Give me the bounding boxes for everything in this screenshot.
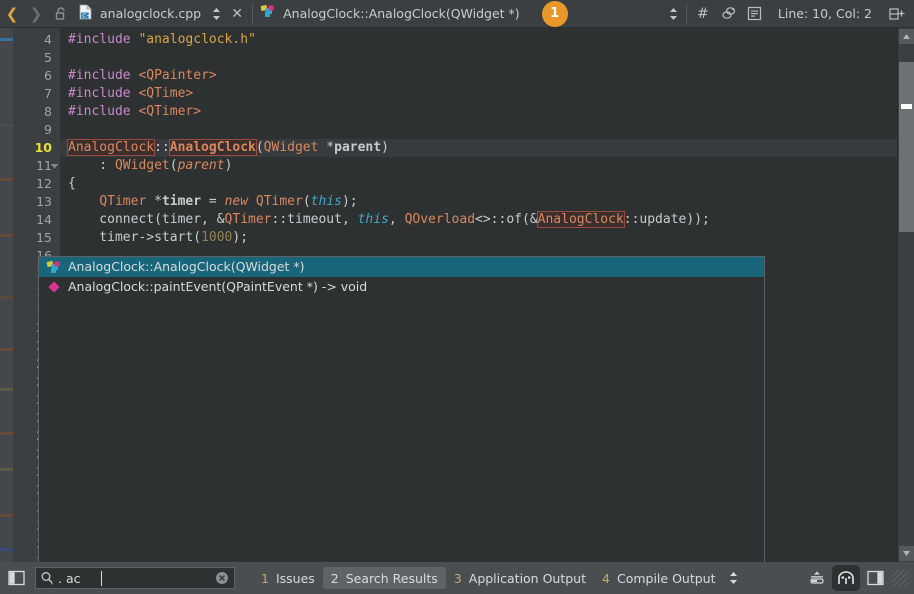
split-editor-icon[interactable] [716, 1, 742, 27]
editor-toolbar: ❮ ❯ C+ analogclock.cpp [0, 0, 914, 28]
scroll-up-button[interactable] [899, 29, 914, 44]
clear-x-icon[interactable] [210, 571, 234, 585]
code-line: #include <QTimer> [68, 103, 201, 121]
locator-results-popup[interactable]: AnalogClock::AnalogClock(QWidget *)Analo… [38, 256, 765, 563]
fold-toggle-icon[interactable] [49, 157, 59, 175]
symbol-selector[interactable]: AnalogClock::AnalogClock(QWidget *) [260, 1, 520, 27]
output-pane-tab[interactable]: 4 Compile Output [594, 567, 723, 589]
code-line: : QWidget(parent) [68, 157, 232, 175]
cpp-class-symbol-icon [260, 4, 276, 23]
scroll-down-button[interactable] [899, 546, 914, 561]
output-pane-tabs: 1 Issues 2 Search Results 3 Application Outpu… [253, 567, 724, 589]
cpp-file-icon: C+ [78, 4, 93, 24]
toolbar-divider [252, 4, 253, 24]
code-line: connect(timer, &QTimer::timeout, this, Q… [68, 211, 710, 229]
line-number-toggle[interactable]: # [690, 6, 716, 22]
line-number: 8 [44, 103, 52, 121]
code-line: timer->start(1000); [68, 229, 248, 247]
annotation-mark-strip[interactable] [0, 28, 13, 562]
toolbar-right-group: # Line: 10, Col: 2 [659, 1, 914, 27]
locator-result-row[interactable]: AnalogClock::paintEvent(QPaintEvent *) -… [39, 277, 764, 297]
locator-result-label: AnalogClock::AnalogClock(QWidget *) [68, 257, 305, 277]
cpp-class-symbol-icon [45, 259, 62, 275]
line-number: 9 [44, 121, 52, 139]
locator-search-box[interactable]: . ac [35, 567, 235, 589]
close-file-button[interactable]: ✕ [225, 1, 249, 27]
function-diamond-icon [45, 279, 62, 295]
progress-details-icon[interactable] [802, 565, 832, 591]
code-line: #include <QTime> [68, 85, 193, 103]
line-number: 6 [44, 67, 52, 85]
line-number: 7 [44, 85, 52, 103]
file-dropdown-button[interactable] [207, 1, 225, 27]
toggle-right-sidebar-icon[interactable] [860, 565, 890, 591]
qt-creator-window: ❮ ❯ C+ analogclock.cpp [0, 0, 914, 594]
notification-badge[interactable]: 1 [542, 1, 568, 27]
line-number: 4 [44, 31, 52, 49]
output-pane-number: 4 [602, 571, 610, 586]
scrollbar-thumb[interactable] [899, 62, 914, 232]
navigate-forward-button[interactable]: ❯ [24, 1, 48, 27]
output-pane-label: Search Results [346, 571, 438, 586]
code-line: #include "analogclock.h" [68, 31, 256, 49]
code-line: { [68, 175, 76, 193]
locator-result-row[interactable]: AnalogClock::AnalogClock(QWidget *) [39, 257, 764, 277]
code-line: #include <QPainter> [68, 67, 217, 85]
line-number: 13 [36, 193, 52, 211]
line-col-indicator[interactable]: Line: 10, Col: 2 [778, 6, 872, 21]
scrollbar-position-marker [901, 104, 912, 109]
status-bar-right-group [802, 565, 914, 591]
search-input-value[interactable]: . ac [58, 571, 210, 586]
add-split-icon[interactable] [884, 1, 910, 27]
output-pane-tab[interactable]: 2 Search Results [323, 567, 446, 589]
line-number: 10 [35, 139, 52, 157]
output-pane-label: Application Output [469, 571, 586, 586]
search-magnifier-icon[interactable] [36, 571, 58, 585]
text-caret [101, 571, 102, 586]
line-number: 15 [36, 229, 52, 247]
resize-grip[interactable] [892, 570, 908, 586]
symbol-name: AnalogClock::AnalogClock(QWidget *) [283, 6, 520, 21]
svg-text:C+: C+ [82, 13, 91, 19]
current-filename: analogclock.cpp [100, 6, 201, 21]
output-pane-number: 1 [261, 571, 269, 586]
output-pane-tab[interactable]: 3 Application Output [446, 567, 594, 589]
output-pane-label: Issues [276, 571, 315, 586]
line-number: 14 [36, 211, 52, 229]
output-pane-number: 2 [331, 571, 339, 586]
output-pane-label: Compile Output [617, 571, 716, 586]
code-line: AnalogClock::AnalogClock(QWidget *parent… [68, 139, 389, 157]
output-pane-number: 3 [454, 571, 462, 586]
line-number: 12 [36, 175, 52, 193]
toggle-left-sidebar-icon[interactable] [0, 562, 32, 594]
unlocked-padlock-icon[interactable] [48, 1, 74, 27]
symbol-dropdown-button[interactable] [665, 1, 683, 27]
locator-result-label: AnalogClock::paintEvent(QPaintEvent *) -… [68, 277, 367, 297]
navigate-back-button[interactable]: ❮ [0, 1, 24, 27]
output-pane-dropdown-button[interactable] [724, 571, 744, 585]
document-outline-icon[interactable] [742, 1, 768, 27]
current-file-selector[interactable]: C+ analogclock.cpp [74, 1, 201, 27]
status-bar: . ac 1 Issues 2 Search Results 3 Application … [0, 562, 914, 594]
debugger-icon[interactable] [832, 565, 860, 591]
toolbar-divider-2 [686, 4, 687, 24]
line-number: 5 [44, 49, 52, 67]
code-line: QTimer *timer = new QTimer(this); [68, 193, 358, 211]
editor-vertical-scrollbar[interactable] [897, 28, 914, 562]
output-pane-tab[interactable]: 1 Issues [253, 567, 323, 589]
